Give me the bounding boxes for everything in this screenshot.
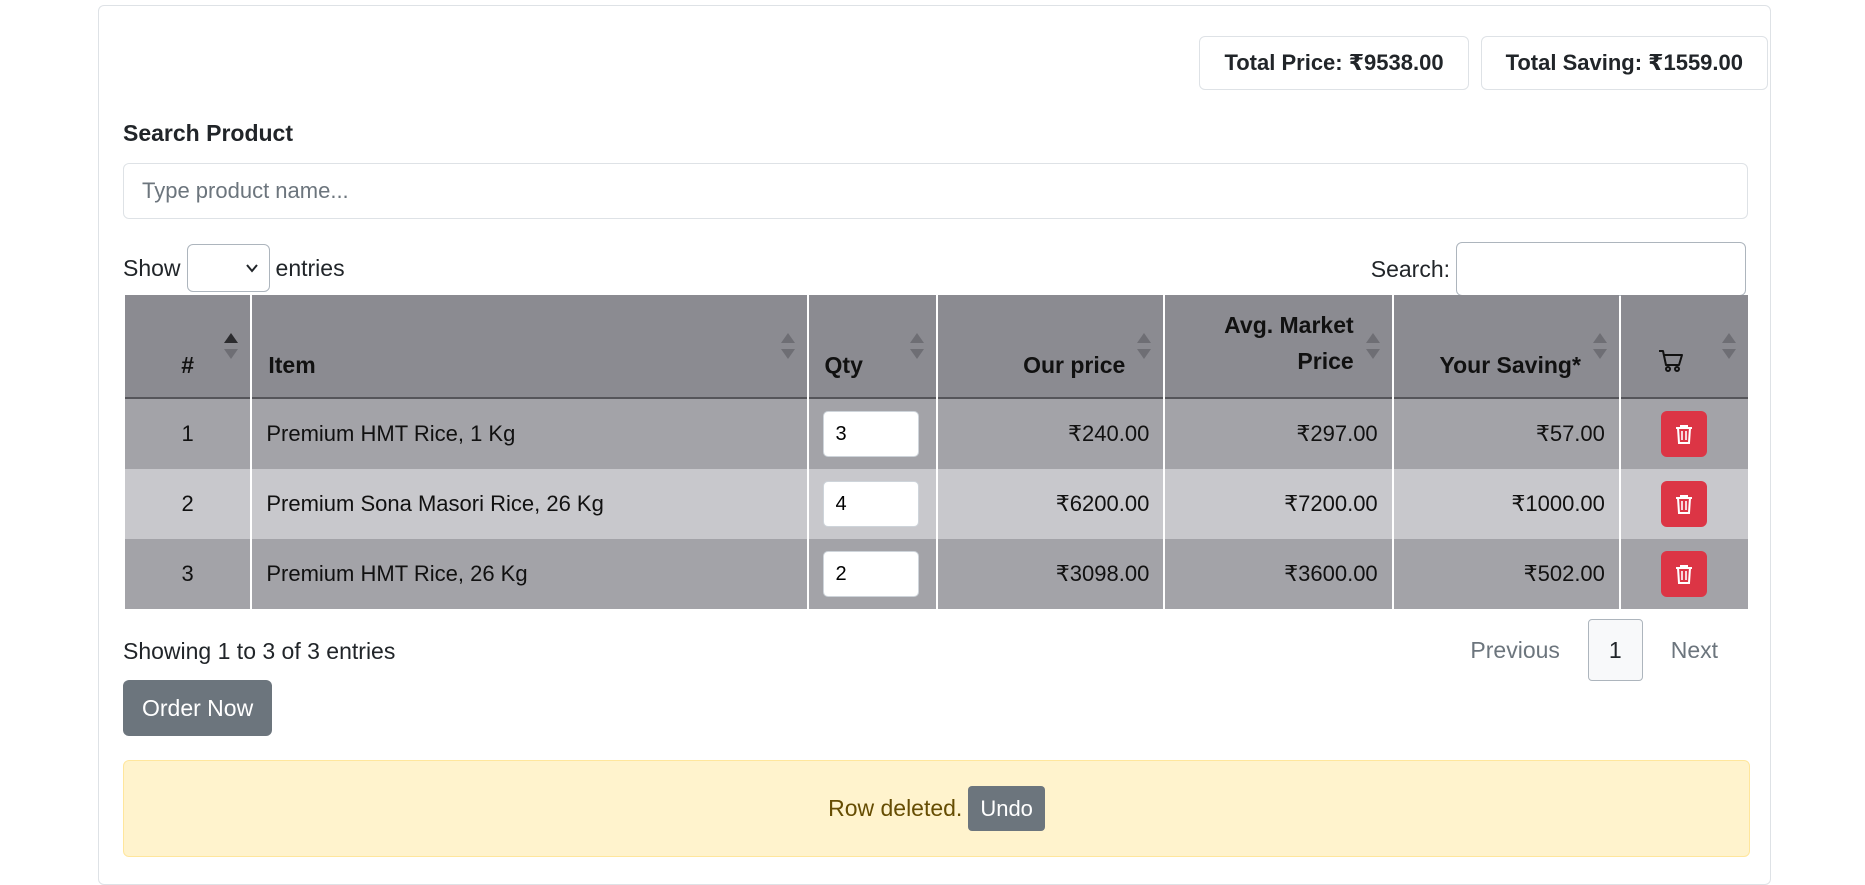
order-now-button[interactable]: Order Now xyxy=(123,680,273,736)
table-info: Showing 1 to 3 of 3 entries xyxy=(123,638,396,664)
trash-icon xyxy=(1676,565,1693,584)
column-header-our-price[interactable]: Our price xyxy=(938,295,1164,399)
column-header-label: Item xyxy=(268,352,316,378)
column-header-market-price[interactable]: Avg. Market Price xyxy=(1165,295,1392,399)
trash-icon xyxy=(1676,425,1693,444)
market-price: ₹3600.00 xyxy=(1165,539,1392,609)
sort-icon xyxy=(224,333,239,363)
column-header-label: # xyxy=(181,352,195,378)
table-search-input[interactable] xyxy=(1456,242,1746,296)
our-price: ₹240.00 xyxy=(938,399,1164,469)
qty-cell xyxy=(808,539,937,609)
column-header-qty[interactable]: Qty xyxy=(808,295,937,399)
delete-cell xyxy=(1620,539,1748,609)
our-price: ₹6200.00 xyxy=(938,469,1164,539)
sort-icon xyxy=(1722,333,1736,363)
length-menu: Show entries xyxy=(123,244,345,292)
next-page-button[interactable]: Next xyxy=(1643,620,1746,680)
item-name: Premium HMT Rice, 1 Kg xyxy=(252,399,807,469)
total-saving-badge: Total Saving: ₹1559.00 xyxy=(1480,36,1768,90)
table-row: 1 Premium HMT Rice, 1 Kg ₹240.00 ₹297.00… xyxy=(125,399,1748,469)
saving: ₹502.00 xyxy=(1393,539,1619,609)
filter-label: Search: xyxy=(1370,255,1450,282)
column-header-label: Our price xyxy=(1023,352,1126,378)
table-row: 2 Premium Sona Masori Rice, 26 Kg ₹6200.… xyxy=(125,469,1748,539)
trash-icon xyxy=(1676,495,1693,514)
our-price: ₹3098.00 xyxy=(938,539,1164,609)
cart-card: Total Price: ₹9538.00 Total Saving: ₹155… xyxy=(98,5,1771,885)
quantity-input[interactable] xyxy=(822,481,919,527)
alert-message: Row deleted. xyxy=(828,795,963,821)
column-header-number[interactable]: # xyxy=(125,295,251,399)
previous-page-button[interactable]: Previous xyxy=(1442,620,1587,680)
table-header-row: # Item Qty Our price Avg. Market Price Y… xyxy=(125,295,1748,399)
column-header-item[interactable]: Item xyxy=(252,295,807,399)
delete-row-button[interactable] xyxy=(1661,481,1708,527)
table-row: 3 Premium HMT Rice, 26 Kg ₹3098.00 ₹3600… xyxy=(125,539,1748,609)
sort-icon xyxy=(1365,333,1380,363)
chevron-down-icon xyxy=(245,264,258,273)
row-deleted-alert: Row deleted. Undo xyxy=(123,760,1750,857)
table-filter: Search: xyxy=(1371,242,1746,296)
length-menu-prefix: Show xyxy=(123,254,181,281)
item-name: Premium Sona Masori Rice, 26 Kg xyxy=(252,469,807,539)
delete-cell xyxy=(1620,399,1748,469)
delete-row-button[interactable] xyxy=(1661,551,1708,597)
sort-icon xyxy=(910,333,925,363)
total-price-badge: Total Price: ₹9538.00 xyxy=(1199,36,1469,90)
sort-icon xyxy=(1137,333,1152,363)
row-number: 2 xyxy=(125,469,251,539)
column-header-cart[interactable] xyxy=(1620,295,1748,399)
column-header-label: Qty xyxy=(824,352,863,378)
entries-select[interactable] xyxy=(186,244,270,292)
delete-cell xyxy=(1620,469,1748,539)
saving: ₹57.00 xyxy=(1393,399,1619,469)
product-search-input[interactable] xyxy=(123,163,1748,219)
column-header-saving[interactable]: Your Saving* xyxy=(1393,295,1619,399)
undo-button[interactable]: Undo xyxy=(968,786,1045,831)
row-number: 1 xyxy=(125,399,251,469)
totals-bar: Total Price: ₹9538.00 Total Saving: ₹155… xyxy=(1199,36,1768,90)
sort-icon xyxy=(780,333,795,363)
saving: ₹1000.00 xyxy=(1393,469,1619,539)
quantity-input[interactable] xyxy=(822,411,919,457)
quantity-input[interactable] xyxy=(822,551,919,597)
length-menu-suffix: entries xyxy=(275,254,345,281)
item-name: Premium HMT Rice, 26 Kg xyxy=(252,539,807,609)
qty-cell xyxy=(808,469,937,539)
column-header-label: Your Saving* xyxy=(1439,352,1581,378)
cart-table: # Item Qty Our price Avg. Market Price Y… xyxy=(123,295,1750,609)
search-product-label: Search Product xyxy=(123,120,293,146)
cart-icon xyxy=(1658,350,1683,372)
qty-cell xyxy=(808,399,937,469)
market-price: ₹297.00 xyxy=(1165,399,1392,469)
sort-icon xyxy=(1592,333,1607,363)
market-price: ₹7200.00 xyxy=(1165,469,1392,539)
column-header-label: Avg. Market Price xyxy=(1224,312,1354,374)
pagination: Previous 1 Next xyxy=(1442,619,1746,681)
delete-row-button[interactable] xyxy=(1661,411,1708,457)
row-number: 3 xyxy=(125,539,251,609)
page-1-button[interactable]: 1 xyxy=(1587,619,1643,681)
